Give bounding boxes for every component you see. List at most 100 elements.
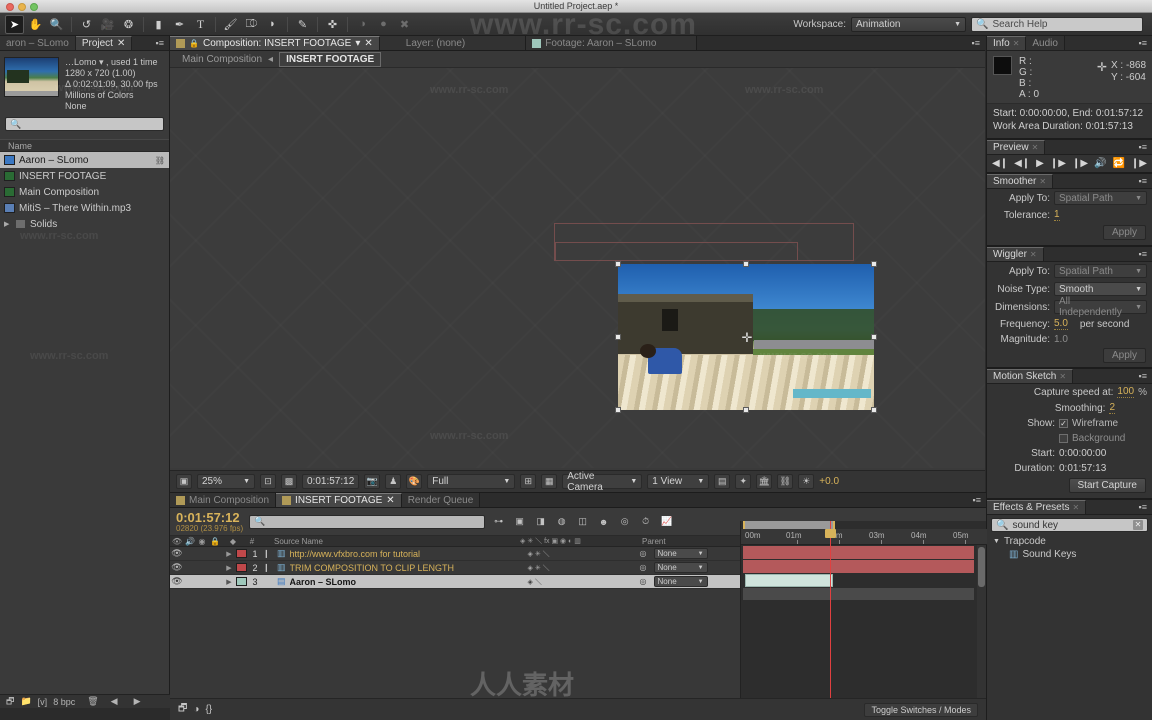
chevron-down-icon[interactable]: ▼	[993, 538, 1000, 545]
layer-color-swatch[interactable]	[236, 577, 247, 586]
show-snapshot-icon[interactable]: ♟	[385, 474, 402, 489]
handle-middle-right[interactable]	[871, 334, 877, 340]
layer-name[interactable]: Aaron – SLomo	[290, 577, 528, 587]
effects-panel-menu-icon[interactable]: ▪≡	[1134, 500, 1152, 514]
zoom-tool-icon[interactable]: 🔍	[47, 15, 66, 34]
shape-tool-icon[interactable]: ▮	[149, 15, 168, 34]
list-item[interactable]: ▶ Solids	[0, 216, 169, 232]
expand-layer-icon[interactable]: ▶	[222, 550, 236, 558]
tab-render-queue[interactable]: Render Queue	[401, 493, 481, 507]
camera-tool-icon[interactable]: 🎥	[98, 15, 117, 34]
comp-flowchart-icon[interactable]: ⛓	[777, 474, 794, 489]
parent-dropdown[interactable]: None ▼	[653, 548, 708, 559]
close-icon[interactable]: ✕	[117, 38, 125, 49]
auto-keyframe-icon[interactable]: ⏱	[638, 514, 653, 529]
clone-stamp-tool-icon[interactable]: ⎄	[242, 15, 261, 34]
expand-layer-icon[interactable]: ▶	[222, 564, 236, 572]
new-folder-icon[interactable]: 📁	[20, 696, 31, 707]
tab-aron-slomo[interactable]: aron – SLomo	[0, 36, 76, 50]
tab-insert-footage[interactable]: INSERT FOOTAGE ✕	[276, 493, 402, 507]
maximize-window-button[interactable]	[30, 3, 38, 11]
wiggler-noise-type-dropdown[interactable]: Smooth ▼	[1054, 282, 1147, 296]
smoother-tolerance-value[interactable]: 1	[1054, 209, 1060, 221]
tab-preview[interactable]: Preview ✕	[987, 140, 1046, 154]
tab-audio[interactable]: Audio	[1026, 36, 1065, 50]
delete-icon[interactable]: 🗑	[87, 696, 98, 707]
align-icon[interactable]: ◑	[353, 15, 372, 34]
list-item[interactable]: Aaron – SLomo ⛓	[0, 152, 169, 168]
wireframe-checkbox[interactable]: ✓ Wireframe	[1059, 418, 1147, 429]
close-icon[interactable]: ✕	[1013, 39, 1020, 48]
region-toggle-icon[interactable]: ⊞	[520, 474, 537, 489]
exposure-value[interactable]: +0.0	[819, 476, 839, 487]
parent-pickwhip-icon[interactable]: ◎	[640, 577, 654, 586]
handle-middle-left[interactable]	[615, 334, 621, 340]
loop-icon[interactable]: 🔁	[1112, 158, 1124, 169]
first-frame-icon[interactable]: ◀❙	[992, 158, 1008, 169]
close-icon[interactable]: ✕	[1039, 177, 1046, 186]
wiggler-apply-to-dropdown[interactable]: Spatial Path ▼	[1054, 264, 1147, 278]
new-comp-icon[interactable]: 🗗	[6, 694, 14, 710]
ram-preview-icon[interactable]: ❙▶	[1131, 158, 1147, 169]
close-icon[interactable]: ✕	[1073, 503, 1080, 512]
frame-blend-icon[interactable]: ◫	[575, 514, 590, 529]
tab-main-composition[interactable]: Main Composition	[170, 493, 277, 507]
motion-blur-icon[interactable]: ◍	[554, 514, 569, 529]
smoother-apply-to-dropdown[interactable]: Spatial Path ▼	[1054, 191, 1147, 205]
tab-motion-sketch[interactable]: Motion Sketch ✕	[987, 369, 1074, 383]
time-ruler[interactable]: 00m 01m 02m 03m 04m 05m	[741, 529, 987, 545]
timeline-timecode-group[interactable]: 0:01:57:12 02820 (23.976 fps)	[176, 511, 243, 533]
handle-top-center[interactable]	[743, 261, 749, 267]
comp-flowchart-icon[interactable]: 🗗	[178, 701, 187, 718]
layer-bar-2[interactable]	[743, 560, 974, 573]
layer-bar-1[interactable]	[743, 546, 974, 559]
comp-flowchart-icon[interactable]: ▣	[512, 514, 527, 529]
tab-project[interactable]: Project ✕	[75, 36, 133, 50]
layer-name[interactable]: TRIM COMPOSITION TO CLIP LENGTH	[290, 563, 528, 573]
close-icon[interactable]: ✕	[364, 38, 372, 49]
last-frame-icon[interactable]: ❙▶	[1072, 158, 1088, 169]
info-panel-menu-icon[interactable]: ▪≡	[1134, 36, 1152, 50]
draft-3d-icon[interactable]: ◨	[533, 514, 548, 529]
tab-info[interactable]: Info ✕	[987, 36, 1027, 50]
close-icon[interactable]: ✕	[1030, 250, 1037, 259]
clear-search-icon[interactable]: ✕	[1133, 520, 1143, 530]
capture-speed-value[interactable]: 100	[1117, 386, 1135, 398]
project-panel-menu-icon[interactable]: ▪≡	[151, 36, 169, 50]
brush-tool-icon[interactable]: 🖌	[221, 15, 240, 34]
layer-switches[interactable]: ◈ ✳ ＼	[528, 563, 640, 573]
parent-dropdown[interactable]: None ▼	[653, 576, 708, 587]
wiggler-apply-button[interactable]: Apply	[1102, 348, 1146, 363]
graph-editor-icon[interactable]: ⊶	[491, 514, 506, 529]
wiggler-panel-menu-icon[interactable]: ▪≡	[1134, 247, 1152, 261]
bit-depth-icon[interactable]: [v]	[38, 697, 48, 707]
switches-modes-icon[interactable]: ◑	[193, 704, 199, 715]
shy-layers-icon[interactable]: ☻	[596, 514, 611, 529]
playhead[interactable]	[830, 521, 831, 699]
project-search-input[interactable]: 🔍	[5, 117, 164, 131]
breadcrumb-insert-footage[interactable]: INSERT FOOTAGE	[279, 51, 382, 67]
close-icon[interactable]: ✕	[1032, 143, 1039, 152]
help-search-input[interactable]: 🔍 Search Help	[971, 16, 1143, 32]
tab-smoother[interactable]: Smoother ✕	[987, 174, 1054, 188]
timeline-panel-menu-icon[interactable]: ▪≡	[968, 493, 986, 507]
breadcrumb-main-composition[interactable]: Main Composition	[182, 54, 262, 65]
tab-composition[interactable]: 🔒 Composition: INSERT FOOTAGE ▾ ✕	[170, 36, 380, 50]
start-capture-button[interactable]: Start Capture	[1068, 478, 1146, 493]
scroll-left-icon[interactable]: ◀	[111, 696, 118, 707]
prev-frame-icon[interactable]: ◀❙	[1014, 158, 1030, 169]
effects-group-trapcode[interactable]: ▼ Trapcode	[987, 535, 1152, 548]
handle-top-left[interactable]	[615, 261, 621, 267]
layer-bar-3[interactable]	[745, 574, 833, 587]
layer-switches[interactable]: ◈ ✳ ＼	[528, 549, 640, 559]
brainstorm-icon[interactable]: ◎	[617, 514, 632, 529]
graph-toggle-icon[interactable]: 📈	[659, 514, 674, 529]
close-icon[interactable]: ✕	[386, 495, 394, 506]
effects-search-input[interactable]: 🔍 sound key ✕	[991, 518, 1148, 532]
smoother-panel-menu-icon[interactable]: ▪≡	[1134, 174, 1152, 188]
list-item[interactable]: Main Composition	[0, 184, 169, 200]
tab-layer[interactable]: Layer: (none)	[379, 36, 527, 50]
wiggler-magnitude-value[interactable]: 1.0	[1054, 334, 1068, 345]
handle-bottom-left[interactable]	[615, 407, 621, 413]
audio-icon[interactable]: 🔊	[1094, 158, 1106, 169]
